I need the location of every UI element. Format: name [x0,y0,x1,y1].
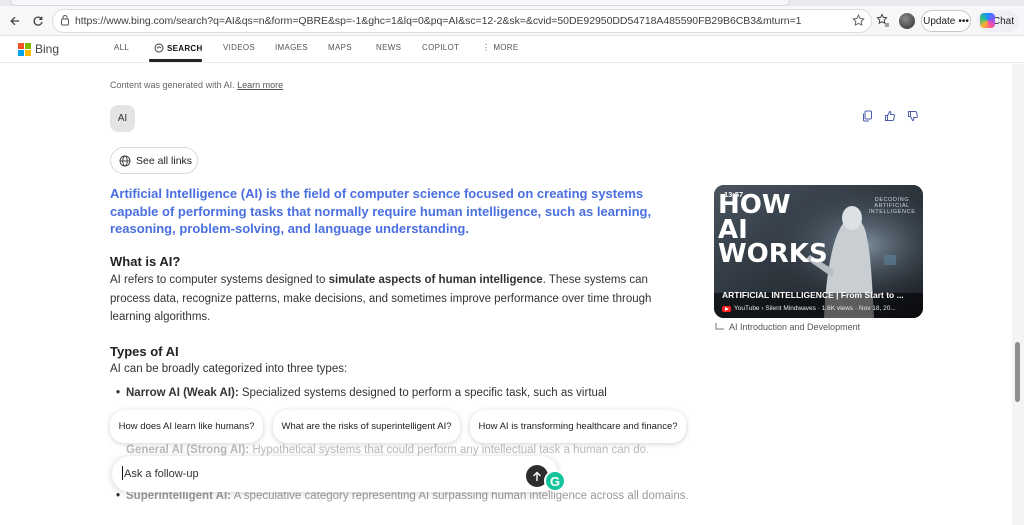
see-all-links-button[interactable]: See all links [110,147,198,174]
address-bar[interactable]: https://www.bing.com/search?q=AI&qs=n&fo… [52,9,872,33]
types-of-ai-heading: Types of AI [110,344,179,359]
copilot-icon [980,13,995,28]
refresh-icon [33,16,43,26]
type-desc: Hypothetical systems that could perform … [252,444,650,456]
grammarly-icon[interactable]: G [544,470,566,492]
learn-more-link[interactable]: Learn more [237,80,283,90]
chat-label: Chat [992,15,1014,27]
browser-toolbar: https://www.bing.com/search?q=AI&qs=n&fo… [0,6,1024,36]
microsoft-logo-icon [18,42,31,56]
bing-logo[interactable]: Bing [18,42,59,56]
youtube-icon [722,305,731,312]
more-dots-icon: ••• [958,15,969,27]
corner-arrow-icon [715,323,724,330]
what-is-ai-paragraph: AI refers to computer systems designed t… [110,271,690,327]
globe-icon [119,155,131,166]
list-item: General AI (Strong AI): Hypothetical sys… [126,444,649,456]
nav-videos[interactable]: VIDEOS [223,43,255,52]
update-label: Update [923,15,956,27]
nav-more-label: MORE [493,43,519,52]
refresh-button[interactable] [28,11,48,31]
video-caption-text: AI Introduction and Development [729,322,861,332]
video-meta-text: YouTube › Silent Mindwaves · 1.6K views … [734,305,896,312]
thumbnail-title-art: HOW AI WORKS [718,190,828,270]
what-is-ai-bold: simulate aspects of human intelligence [328,274,543,286]
nav-search[interactable]: SEARCH [154,43,203,53]
nav-news[interactable]: NEWS [376,43,401,52]
copilot-chat-button[interactable]: Chat [977,10,1019,32]
lock-icon [61,15,69,26]
thumbnail-subtitle-art: DECODING ARTIFICIAL INTELLIGENCE [868,197,916,215]
disclaimer-text: Content was generated with AI. [110,80,235,90]
favorite-star-icon[interactable] [852,14,865,27]
kebab-icon: ⋮ [482,43,491,52]
suggestion-chip[interactable]: How does AI learn like humans? [110,410,263,443]
scroll-thumb[interactable] [1015,342,1020,402]
video-caption: AI Introduction and Development [715,322,860,332]
suggestion-chip[interactable]: What are the risks of superintelligent A… [273,410,460,443]
ai-disclaimer: Content was generated with AI. Learn mor… [110,80,283,90]
what-is-ai-heading: What is AI? [110,254,181,269]
active-nav-indicator [149,59,202,62]
answer-lead: Artificial Intelligence (AI) is the fiel… [110,186,652,236]
list-item: Narrow AI (Weak AI): Specialized systems… [110,384,690,403]
suggestion-chip[interactable]: How AI is transforming healthcare and fi… [470,410,686,443]
nav-search-label: SEARCH [167,43,203,53]
favorites-icon[interactable] [876,13,890,27]
arrow-up-icon [533,471,541,481]
thumbs-up-icon[interactable] [884,110,896,122]
page-scrollbar[interactable] [1012,64,1024,525]
video-meta: YouTube › Silent Mindwaves · 1.6K views … [722,305,920,312]
type-name: General AI (Strong AI): [126,444,250,456]
nav-images[interactable]: IMAGES [275,43,308,52]
type-name: Narrow AI (Weak AI): [126,387,239,399]
what-is-ai-text-start: AI refers to computer systems designed t… [110,274,329,286]
back-arrow-icon [10,16,19,26]
types-list: Narrow AI (Weak AI): Specialized systems… [110,384,690,403]
video-card[interactable]: 13:57 HOW AI WORKS DECODING ARTIFICIAL I… [714,185,923,318]
types-intro: AI can be broadly categorized into three… [110,363,348,375]
type-desc: Specialized systems designed to perform … [241,387,607,399]
video-title[interactable]: ARTIFICIAL INTELLIGENCE | From Start to … [722,290,920,300]
query-pill[interactable]: AI [110,105,135,132]
answer-actions [862,110,919,122]
thumbs-down-icon[interactable] [907,110,919,122]
nav-more[interactable]: ⋮ MORE [482,43,519,52]
nav-copilot[interactable]: COPILOT [422,43,459,52]
bing-header: Bing ALL SEARCH VIDEOS IMAGES MAPS NEWS … [0,37,1024,63]
see-all-links-label: See all links [136,154,193,167]
followup-input[interactable] [124,465,504,483]
copy-icon[interactable] [862,110,873,122]
back-button[interactable] [5,11,25,31]
profile-avatar[interactable] [899,13,915,29]
bing-logo-text: Bing [35,42,60,56]
followup-box [112,456,558,492]
update-button[interactable]: Update ••• [921,10,971,32]
nav-all[interactable]: ALL [114,43,129,52]
url-text[interactable]: https://www.bing.com/search?q=AI&qs=n&fo… [75,15,801,27]
copilot-search-icon [154,43,164,53]
nav-maps[interactable]: MAPS [328,43,352,52]
text-cursor [122,466,123,480]
